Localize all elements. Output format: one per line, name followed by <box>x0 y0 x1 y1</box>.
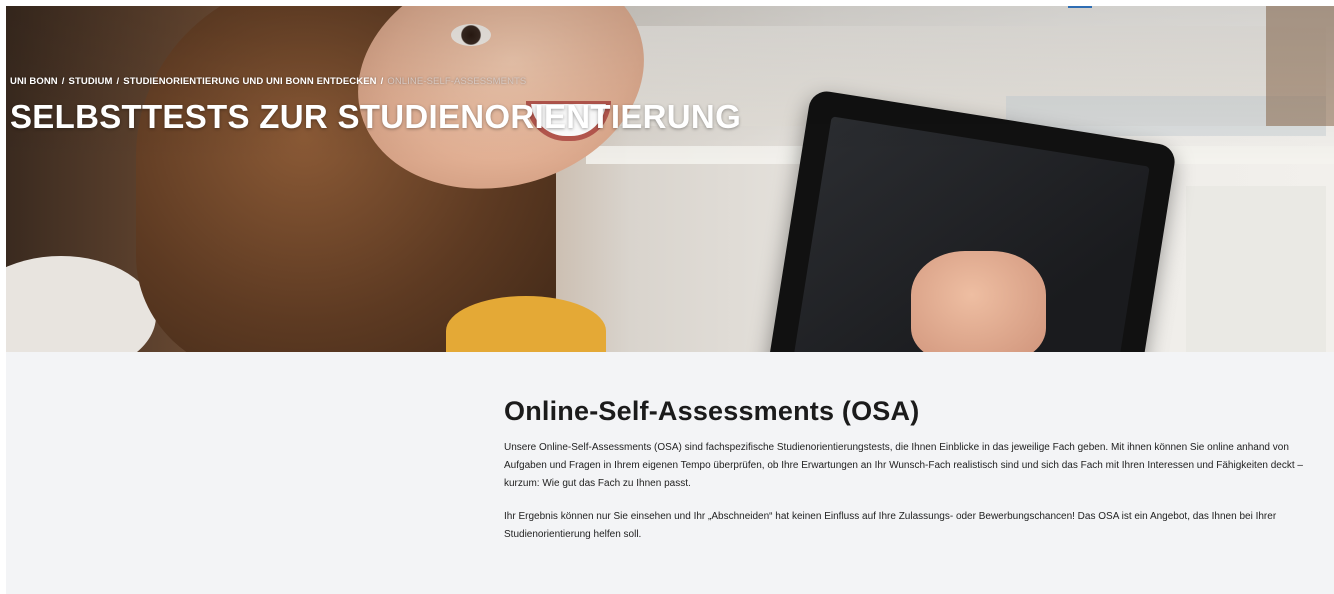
breadcrumb-link-studium[interactable]: Studium <box>69 76 113 87</box>
breadcrumb-separator: / <box>61 76 65 87</box>
page-title: Selbsttests zur Studienorientierung <box>10 98 742 135</box>
info-paragraph: Ihr Ergebnis können nur Sie einsehen und… <box>504 511 1277 540</box>
breadcrumb-separator: / <box>116 76 120 87</box>
hero-banner: Uni Bonn / Studium / Studienorientierung und… <box>6 6 1334 352</box>
accent-bar <box>1068 6 1092 8</box>
content-section: Online-Self-Assessments (OSA) Unsere Onl… <box>6 352 1334 594</box>
breadcrumb-current: Online-Self-Assessments <box>387 76 527 87</box>
hero-overlay <box>6 6 1334 352</box>
intro-paragraph: Unsere Online-Self-Assessments (OSA) sin… <box>504 442 1303 489</box>
section-heading: Online-Self-Assessments (OSA) <box>504 396 920 426</box>
breadcrumb-separator: / <box>380 76 384 87</box>
page: Uni Bonn / Studium / Studienorientierung und… <box>6 6 1334 594</box>
content-block: Online-Self-Assessments (OSA) Unsere Onl… <box>504 396 1314 559</box>
breadcrumb-link-uni-bonn[interactable]: Uni Bonn <box>10 76 58 87</box>
breadcrumb-link-studienorientierung[interactable]: Studienorientierung und Uni Bonn entdeck… <box>123 76 376 87</box>
breadcrumb: Uni Bonn / Studium / Studienorientierung und… <box>10 76 526 87</box>
